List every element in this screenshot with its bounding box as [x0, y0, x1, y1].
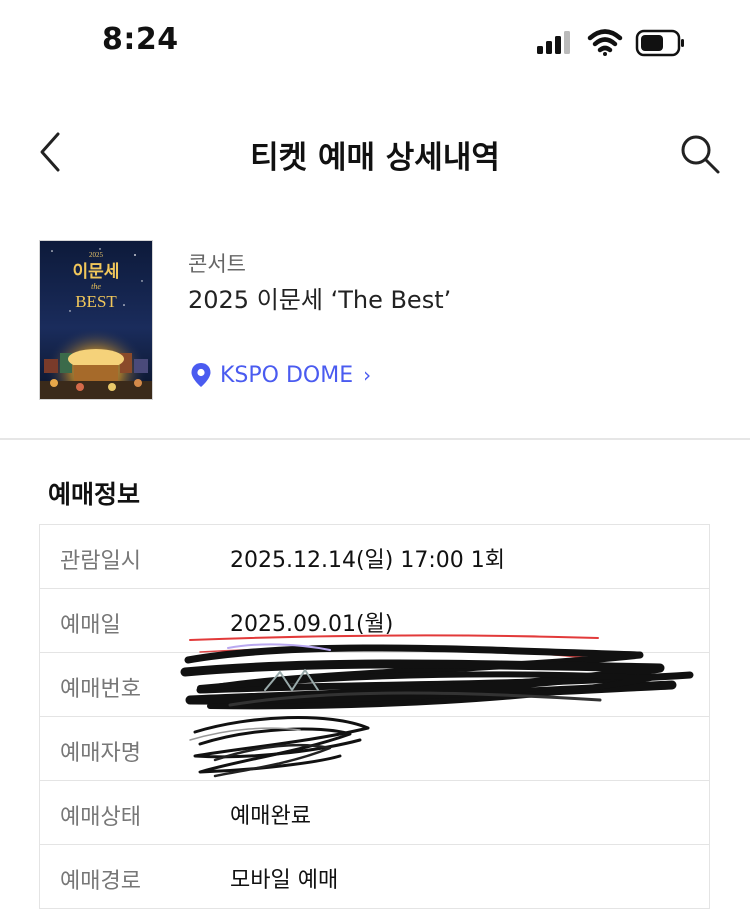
- event-category: 콘서트: [188, 252, 246, 276]
- page-title: 티켓 예매 상세내역: [250, 140, 500, 176]
- svg-text:the: the: [91, 282, 101, 291]
- info-value: 2025.12.14(일) 17:00 1회: [230, 548, 505, 573]
- info-row-booking-date: 예매일 2025.09.01(월): [40, 589, 709, 653]
- info-value: 예매완료: [230, 804, 311, 829]
- poster-artwork: 2025 이문세 the BEST: [40, 241, 152, 399]
- event-poster-image[interactable]: 2025 이문세 the BEST: [39, 240, 153, 400]
- location-pin-icon: [191, 363, 211, 387]
- info-label: 예매경로: [60, 869, 141, 894]
- status-icons: [537, 29, 684, 57]
- wifi-icon: [587, 29, 623, 56]
- info-label: 예매자명: [60, 741, 141, 766]
- event-title: 2025 이문세 ‘The Best’: [188, 286, 452, 314]
- svg-text:이문세: 이문세: [73, 262, 120, 282]
- info-row-booking-channel: 예매경로 모바일 예매: [40, 845, 709, 909]
- info-row-booker-name: 예매자명: [40, 717, 709, 781]
- info-label: 예매일: [60, 613, 121, 638]
- info-label: 예매상태: [60, 805, 141, 830]
- chevron-right-icon: ›: [363, 363, 372, 387]
- search-button[interactable]: [678, 132, 722, 176]
- battery-icon: [635, 29, 684, 57]
- info-label: 예매번호: [60, 677, 141, 702]
- info-value: 2025.09.01(월): [230, 612, 394, 637]
- venue-link[interactable]: KSPO DOME ›: [190, 360, 371, 390]
- info-row-viewing-date: 관람일시 2025.12.14(일) 17:00 1회: [40, 525, 709, 589]
- info-value: 모바일 예매: [230, 868, 339, 893]
- status-time: 8:24: [102, 22, 179, 57]
- search-icon: [681, 135, 720, 174]
- section-divider: [0, 438, 750, 440]
- section-title: 예매정보: [48, 480, 141, 509]
- info-row-booking-number: 예매번호: [40, 653, 709, 717]
- navigation-bar: 티켓 예매 상세내역: [0, 108, 750, 198]
- cellular-signal-icon: [537, 31, 570, 54]
- svg-text:2025: 2025: [89, 251, 104, 259]
- info-row-booking-status: 예매상태 예매완료: [40, 781, 709, 845]
- info-label: 관람일시: [60, 549, 141, 574]
- reservation-info-table: 관람일시 2025.12.14(일) 17:00 1회 예매일 2025.09.…: [39, 524, 710, 909]
- venue-name: KSPO DOME: [220, 362, 354, 388]
- svg-text:BEST: BEST: [75, 292, 117, 311]
